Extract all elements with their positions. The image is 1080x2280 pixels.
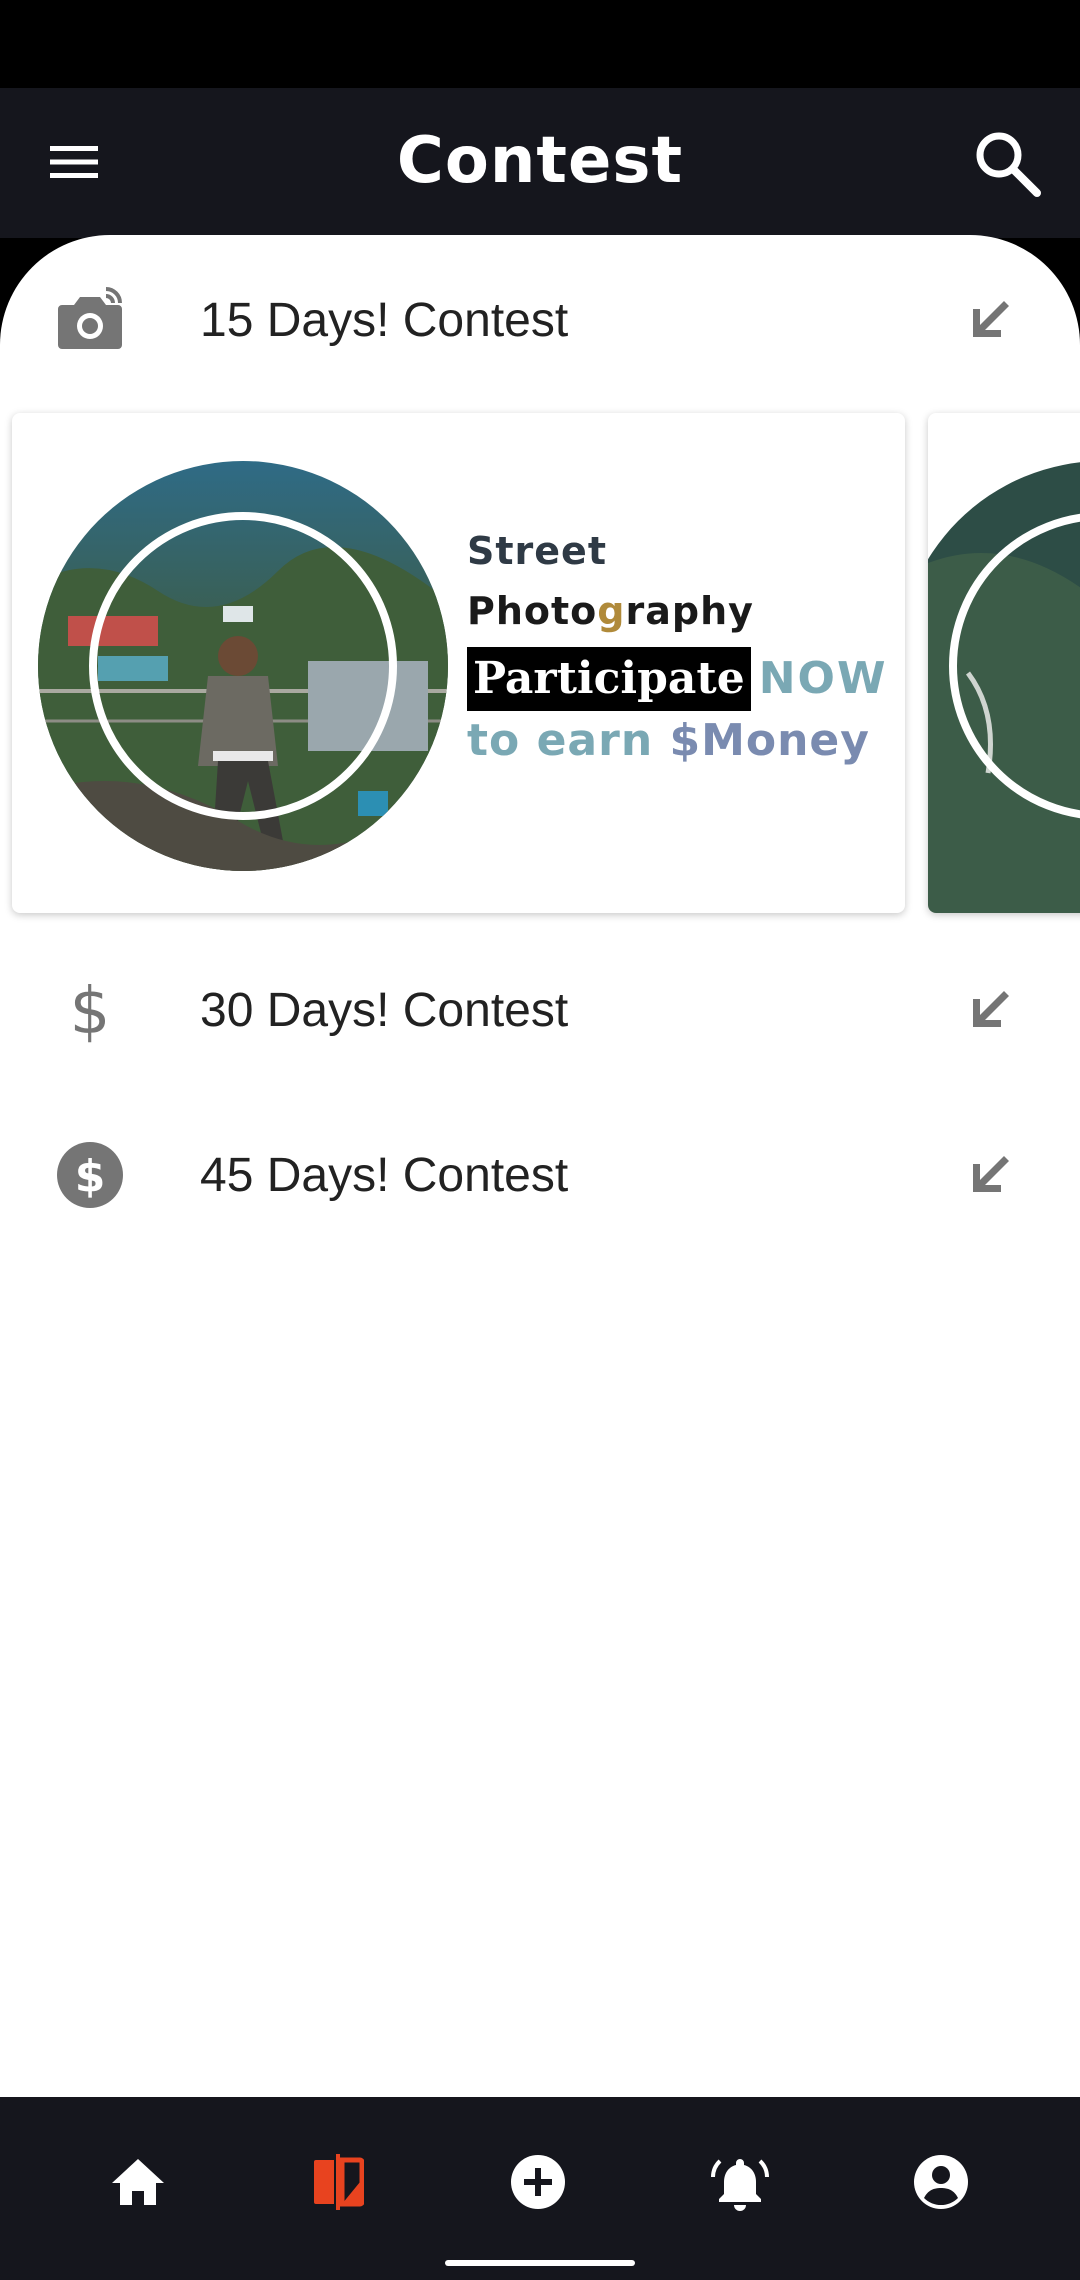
nav-profile[interactable] xyxy=(891,2137,991,2227)
arrow-down-left-icon xyxy=(955,1140,1025,1210)
banner-line-photography: Photography xyxy=(467,589,754,633)
contest-item-label: 15 Days! Contest xyxy=(200,293,569,347)
banner-now: NOW xyxy=(758,653,888,704)
app-bar: Contest xyxy=(0,88,1080,238)
banner-card[interactable]: Street Photography Participate NOW to ea… xyxy=(12,413,905,913)
contest-item-45-days[interactable]: $ 45 Days! Contest xyxy=(0,1110,1080,1240)
add-icon xyxy=(511,2155,565,2209)
svg-text:$: $ xyxy=(75,1151,106,1202)
status-bar xyxy=(0,0,1080,88)
arrow-down-left-icon xyxy=(955,975,1025,1045)
nav-contest[interactable] xyxy=(288,2137,388,2227)
nav-notifications[interactable] xyxy=(690,2137,790,2227)
bottom-navigation xyxy=(0,2097,1080,2280)
banner-photo-next xyxy=(928,462,1080,913)
banner-line-participate: Participate NOW xyxy=(467,647,888,711)
svg-text:$: $ xyxy=(70,977,111,1043)
search-button[interactable] xyxy=(964,120,1050,206)
home-indicator[interactable] xyxy=(445,2260,635,2266)
banner-line-earn: to earn $Money xyxy=(467,715,870,766)
contest-item-30-days[interactable]: $ 30 Days! Contest xyxy=(0,945,1080,1075)
contest-item-15-days[interactable]: 15 Days! Contest xyxy=(0,255,1080,385)
dollar-circle-icon: $ xyxy=(50,1135,130,1215)
banner-line-street: Street xyxy=(467,529,607,573)
banner-participate: Participate xyxy=(467,647,751,711)
arrow-down-left-icon xyxy=(955,285,1025,355)
nav-home[interactable] xyxy=(88,2137,188,2227)
contest-item-label: 45 Days! Contest xyxy=(200,1148,569,1202)
profile-icon xyxy=(914,2155,968,2209)
banner-card-next[interactable] xyxy=(928,413,1080,913)
banner-photo xyxy=(38,461,448,871)
banner-text: Street Photography Participate NOW to ea… xyxy=(467,521,888,771)
home-icon xyxy=(112,2159,164,2205)
dollar-icon: $ xyxy=(50,970,130,1050)
search-icon xyxy=(976,132,1041,197)
notification-bell-icon xyxy=(711,2159,769,2211)
contest-list: 15 Days! Contest Street Photography Part… xyxy=(0,235,1080,2097)
page-title: Contest xyxy=(396,124,684,198)
contest-item-label: 30 Days! Contest xyxy=(200,983,569,1037)
banner-carousel[interactable]: Street Photography Participate NOW to ea… xyxy=(0,413,1080,913)
nav-add[interactable] xyxy=(488,2137,588,2227)
contest-icon xyxy=(314,2154,364,2210)
camera-icon xyxy=(50,280,130,360)
